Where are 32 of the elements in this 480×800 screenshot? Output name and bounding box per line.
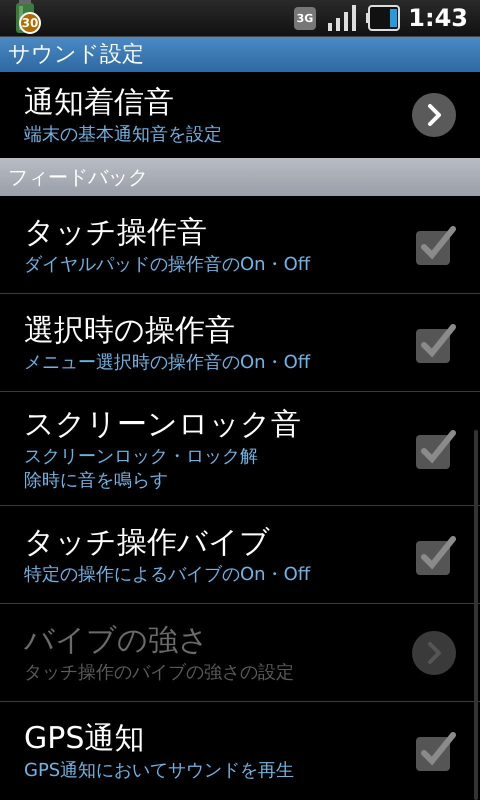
setting-title: スクリーンロック音 [24, 406, 302, 444]
setting-title: タッチ操作バイブ [24, 524, 271, 562]
setting-summary: メニュー選択時の操作音のOn・Off [24, 350, 312, 374]
section-header: フィードバック [0, 158, 480, 196]
checkbox[interactable] [416, 428, 456, 468]
setting-summary: GPS通知においてサウンドを再生 [24, 759, 296, 783]
screen-title: サウンド設定 [8, 41, 144, 69]
setting-summary: タッチ操作のバイブの強さの設定 [24, 660, 295, 684]
battery-icon [366, 5, 400, 31]
setting-title: 選択時の操作音 [24, 312, 236, 350]
settings-row[interactable]: GPS通知 GPS通知においてサウンドを再生 [0, 702, 480, 800]
setting-summary: ダイヤルパッドの操作音のOn・Off [24, 252, 312, 276]
setting-summary: 端末の基本通知音を設定 [24, 123, 223, 147]
setting-summary: スクリーンロック・ロック解 [24, 444, 259, 468]
network-type-indicator: 3G [294, 6, 316, 30]
app-badge: 30 [19, 12, 41, 34]
checkbox[interactable] [416, 731, 456, 771]
signal-icon [328, 5, 358, 31]
setting-title: タッチ操作音 [24, 214, 208, 252]
checkbox[interactable] [416, 322, 456, 362]
checkbox[interactable] [416, 224, 456, 264]
setting-title: バイブの強さ [24, 622, 210, 660]
checkbox[interactable] [416, 534, 456, 574]
settings-row[interactable]: 選択時の操作音 メニュー選択時の操作音のOn・Off [0, 294, 480, 392]
settings-row[interactable]: 通知着信音 端末の基本通知音を設定 [0, 72, 480, 158]
setting-title: GPS通知 [24, 720, 146, 758]
chevron-icon[interactable] [412, 93, 456, 137]
clock: 1:43 [408, 3, 468, 34]
setting-summary: 特定の操作によるバイブのOn・Off [24, 562, 312, 586]
setting-title: 通知着信音 [24, 84, 175, 122]
setting-summary: 除時に音を鳴らす [24, 468, 169, 492]
settings-row[interactable]: タッチ操作音 ダイヤルパッドの操作音のOn・Off [0, 196, 480, 294]
